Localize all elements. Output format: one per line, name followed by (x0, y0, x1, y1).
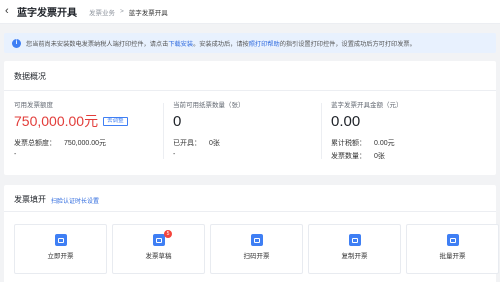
adjust-quota-button[interactable]: 去调整 (103, 117, 128, 126)
invoice-count-value: 0张 (374, 153, 385, 160)
blue-invoice-amount-value: 0.00 (331, 113, 361, 130)
fill-title: 发票填开 (14, 195, 46, 204)
face-auth-duration-link[interactable]: 扫脸认证时长设置 (51, 196, 99, 205)
invoice-fill-panel: 发票填开 扫脸认证时长设置 立即开票 5 发票草稿 扫码开票 复制开票 批量开票 (4, 185, 499, 282)
available-quota-value-row: 750,000.00元 去调整 (14, 114, 164, 129)
column-divider (321, 103, 322, 159)
breadcrumb-item-current: 蓝字发票开具 (128, 9, 168, 17)
batch-issue-label: 批量开票 (439, 253, 466, 260)
overview-title: 数据概况 (14, 72, 46, 81)
draft-count-badge: 5 (164, 230, 172, 238)
blue-invoice-amount-column: 蓝字发票开具金额（元） 0.00 累计税额： 0.00元 发票数量： 0张 (331, 99, 481, 161)
issue-now-label: 立即开票 (47, 253, 74, 260)
cumulative-tax-row: 累计税额： 0.00元 (331, 138, 481, 148)
copy-issue-label: 复制开票 (341, 253, 368, 260)
print-help-link[interactable]: 照打印帮助 (249, 39, 280, 48)
available-quota-value: 750,000.00元 (14, 113, 99, 129)
paper-invoice-column: 当前可用纸票数量（张） 0 已开具： 0张 - (173, 99, 323, 158)
issued-value: 0张 (209, 140, 220, 147)
invoice-draft-label: 发票草稿 (145, 253, 172, 260)
issued-row: 已开具： 0张 (173, 138, 323, 148)
scan-issue-card[interactable]: 扫码开票 (210, 224, 303, 274)
print-control-notice: i 您当前尚未安装数电发票纳税人端打印控件，请点击 下载安装 。安装成功后，请按… (4, 33, 496, 53)
column-divider (163, 103, 164, 159)
available-quota-label: 可用发票额度 (14, 102, 53, 109)
batch-icon (447, 234, 459, 246)
download-install-link[interactable]: 下载安装 (168, 39, 193, 48)
breadcrumb-separator: > (120, 8, 124, 15)
qr-scan-icon (251, 234, 263, 246)
notice-text-1: 您当前尚未安装数电发票纳税人端打印控件，请点击 (26, 40, 169, 48)
issue-now-card[interactable]: 立即开票 (14, 224, 107, 274)
cumulative-tax-label: 累计税额： (331, 140, 366, 147)
copy-issue-card[interactable]: 复制开票 (308, 224, 401, 274)
breadcrumb: 发票业务 > 蓝字发票开具 (89, 7, 168, 17)
scan-issue-label: 扫码开票 (243, 253, 270, 260)
total-quota-value: 750,000.00元 (64, 140, 107, 147)
batch-issue-card[interactable]: 批量开票 (406, 224, 499, 274)
page-header: ‹ 蓝字发票开具 发票业务 > 蓝字发票开具 (0, 0, 500, 24)
copy-icon (349, 234, 361, 246)
available-quota-column: 可用发票额度 750,000.00元 去调整 发票总额度： 750,000.00元… (14, 99, 164, 158)
total-quota-row: 发票总额度： 750,000.00元 (14, 138, 164, 148)
overview-divider (4, 90, 496, 91)
invoice-icon (55, 234, 67, 246)
total-quota-extra: - (14, 151, 17, 158)
issued-extra: - (173, 151, 176, 158)
total-quota-label: 发票总额度： (14, 140, 56, 147)
invoice-count-label: 发票数量： (331, 153, 366, 160)
notice-text-3: 的指引设置打印控件，设置成功后方可打印发票。 (279, 40, 416, 48)
chevron-left-icon[interactable]: ‹ (5, 6, 15, 17)
page-title: 蓝字发票开具 (17, 8, 77, 19)
issued-label: 已开具： (173, 140, 201, 147)
data-overview-panel: 数据概况 可用发票额度 750,000.00元 去调整 发票总额度： 750,00… (4, 61, 496, 175)
info-icon: i (12, 38, 21, 48)
cumulative-tax-value: 0.00元 (374, 140, 395, 147)
breadcrumb-item-business[interactable]: 发票业务 (89, 7, 115, 17)
invoice-draft-card[interactable]: 5 发票草稿 (112, 224, 205, 274)
invoice-count-row: 发票数量： 0张 (331, 151, 481, 161)
blue-invoice-amount-label: 蓝字发票开具金额（元） (331, 102, 403, 109)
fill-divider (4, 211, 496, 212)
draft-icon (153, 234, 165, 246)
paper-invoice-label: 当前可用纸票数量（张） (173, 102, 245, 109)
notice-text-2: 。安装成功后，请按 (193, 40, 249, 48)
paper-invoice-value: 0 (173, 113, 182, 130)
